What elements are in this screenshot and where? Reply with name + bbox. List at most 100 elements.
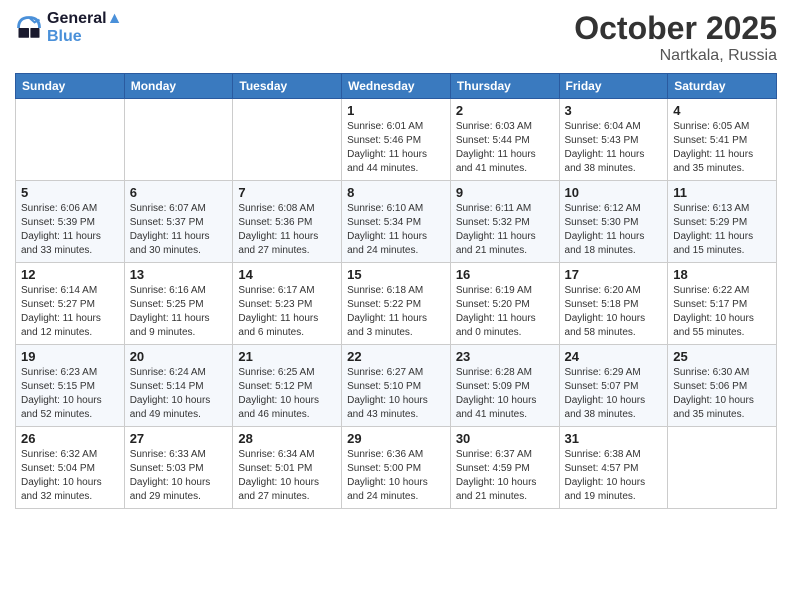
day-number: 18: [673, 267, 771, 282]
month-title: October 2025: [574, 10, 777, 47]
col-sunday: Sunday: [16, 74, 125, 99]
day-number: 1: [347, 103, 445, 118]
day-number: 28: [238, 431, 336, 446]
day-info: Sunrise: 6:14 AM Sunset: 5:27 PM Dayligh…: [21, 284, 119, 340]
day-cell: [124, 99, 233, 181]
day-info: Sunrise: 6:33 AM Sunset: 5:03 PM Dayligh…: [130, 448, 228, 504]
day-number: 10: [565, 185, 663, 200]
day-info: Sunrise: 6:25 AM Sunset: 5:12 PM Dayligh…: [238, 366, 336, 422]
week-row-2: 5Sunrise: 6:06 AM Sunset: 5:39 PM Daylig…: [16, 181, 777, 263]
day-cell: 25 Sunrise: 6:30 AM Sunset: 5:06 PM Dayli…: [668, 345, 777, 427]
day-number: 11: [673, 185, 771, 200]
day-info: Sunrise: 6:23 AM Sunset: 5:15 PM Dayligh…: [21, 366, 119, 422]
day-cell: 26Sunrise: 6:32 AM Sunset: 5:04 PM Dayli…: [16, 427, 125, 509]
day-info: Sunrise: 6:11 AM Sunset: 5:32 PM Dayligh…: [456, 202, 554, 258]
day-cell: 14 Sunrise: 6:17 AM Sunset: 5:23 PM Dayli…: [233, 263, 342, 345]
title-area: October 2025 Nartkala, Russia: [574, 10, 777, 65]
day-info: Sunrise: 6:18 AM Sunset: 5:22 PM Dayligh…: [347, 284, 445, 340]
day-cell: 21Sunrise: 6:25 AM Sunset: 5:12 PM Dayli…: [233, 345, 342, 427]
day-cell: 16Sunrise: 6:19 AM Sunset: 5:20 PM Dayli…: [450, 263, 559, 345]
location: Nartkala, Russia: [574, 47, 777, 65]
day-cell: 12Sunrise: 6:14 AM Sunset: 5:27 PM Dayli…: [16, 263, 125, 345]
day-cell: 28 Sunrise: 6:34 AM Sunset: 5:01 PM Dayli…: [233, 427, 342, 509]
day-number: 19: [21, 349, 119, 364]
header: General▲ Blue October 2025 Nartkala, Rus…: [15, 10, 777, 65]
day-info: Sunrise: 6:29 AM Sunset: 5:07 PM Dayligh…: [565, 366, 663, 422]
day-cell: 15 Sunrise: 6:18 AM Sunset: 5:22 PM Dayli…: [342, 263, 451, 345]
day-cell: [668, 427, 777, 509]
week-row-4: 19 Sunrise: 6:23 AM Sunset: 5:15 PM Dayli…: [16, 345, 777, 427]
day-cell: 20 Sunrise: 6:24 AM Sunset: 5:14 PM Dayli…: [124, 345, 233, 427]
day-info: Sunrise: 6:22 AM Sunset: 5:17 PM Dayligh…: [673, 284, 771, 340]
day-info: Sunrise: 6:07 AM Sunset: 5:37 PM Dayligh…: [130, 202, 228, 258]
day-number: 29: [347, 431, 445, 446]
col-tuesday: Tuesday: [233, 74, 342, 99]
col-saturday: Saturday: [668, 74, 777, 99]
day-number: 5: [21, 185, 119, 200]
day-info: Sunrise: 6:27 AM Sunset: 5:10 PM Dayligh…: [347, 366, 445, 422]
day-number: 14: [238, 267, 336, 282]
day-cell: 27 Sunrise: 6:33 AM Sunset: 5:03 PM Dayli…: [124, 427, 233, 509]
day-cell: 4 Sunrise: 6:05 AM Sunset: 5:41 PM Daylig…: [668, 99, 777, 181]
day-info: Sunrise: 6:24 AM Sunset: 5:14 PM Dayligh…: [130, 366, 228, 422]
day-info: Sunrise: 6:16 AM Sunset: 5:25 PM Dayligh…: [130, 284, 228, 340]
day-info: Sunrise: 6:12 AM Sunset: 5:30 PM Dayligh…: [565, 202, 663, 258]
day-number: 13: [130, 267, 228, 282]
day-cell: 6Sunrise: 6:07 AM Sunset: 5:37 PM Daylig…: [124, 181, 233, 263]
day-cell: 1Sunrise: 6:01 AM Sunset: 5:46 PM Daylig…: [342, 99, 451, 181]
day-info: Sunrise: 6:13 AM Sunset: 5:29 PM Dayligh…: [673, 202, 771, 258]
day-cell: 13 Sunrise: 6:16 AM Sunset: 5:25 PM Dayli…: [124, 263, 233, 345]
day-number: 17: [565, 267, 663, 282]
week-row-1: 1Sunrise: 6:01 AM Sunset: 5:46 PM Daylig…: [16, 99, 777, 181]
day-cell: 29 Sunrise: 6:36 AM Sunset: 5:00 PM Dayli…: [342, 427, 451, 509]
page: General▲ Blue October 2025 Nartkala, Rus…: [0, 0, 792, 519]
day-number: 2: [456, 103, 554, 118]
day-cell: 30Sunrise: 6:37 AM Sunset: 4:59 PM Dayli…: [450, 427, 559, 509]
day-info: Sunrise: 6:28 AM Sunset: 5:09 PM Dayligh…: [456, 366, 554, 422]
week-row-3: 12Sunrise: 6:14 AM Sunset: 5:27 PM Dayli…: [16, 263, 777, 345]
day-number: 23: [456, 349, 554, 364]
day-info: Sunrise: 6:30 AM Sunset: 5:06 PM Dayligh…: [673, 366, 771, 422]
day-cell: 5Sunrise: 6:06 AM Sunset: 5:39 PM Daylig…: [16, 181, 125, 263]
col-monday: Monday: [124, 74, 233, 99]
day-number: 30: [456, 431, 554, 446]
day-cell: 2Sunrise: 6:03 AM Sunset: 5:44 PM Daylig…: [450, 99, 559, 181]
day-number: 15: [347, 267, 445, 282]
day-cell: 7 Sunrise: 6:08 AM Sunset: 5:36 PM Daylig…: [233, 181, 342, 263]
col-friday: Friday: [559, 74, 668, 99]
day-cell: 3 Sunrise: 6:04 AM Sunset: 5:43 PM Daylig…: [559, 99, 668, 181]
day-cell: 11 Sunrise: 6:13 AM Sunset: 5:29 PM Dayli…: [668, 181, 777, 263]
day-cell: 31Sunrise: 6:38 AM Sunset: 4:57 PM Dayli…: [559, 427, 668, 509]
day-number: 4: [673, 103, 771, 118]
col-thursday: Thursday: [450, 74, 559, 99]
day-number: 20: [130, 349, 228, 364]
day-cell: 9 Sunrise: 6:11 AM Sunset: 5:32 PM Daylig…: [450, 181, 559, 263]
day-number: 24: [565, 349, 663, 364]
day-cell: 19 Sunrise: 6:23 AM Sunset: 5:15 PM Dayli…: [16, 345, 125, 427]
day-info: Sunrise: 6:38 AM Sunset: 4:57 PM Dayligh…: [565, 448, 663, 504]
day-number: 27: [130, 431, 228, 446]
day-number: 9: [456, 185, 554, 200]
day-number: 3: [565, 103, 663, 118]
day-number: 22: [347, 349, 445, 364]
day-cell: 8Sunrise: 6:10 AM Sunset: 5:34 PM Daylig…: [342, 181, 451, 263]
col-wednesday: Wednesday: [342, 74, 451, 99]
calendar-table: Sunday Monday Tuesday Wednesday Thursday…: [15, 73, 777, 509]
day-cell: 22 Sunrise: 6:27 AM Sunset: 5:10 PM Dayli…: [342, 345, 451, 427]
week-row-5: 26Sunrise: 6:32 AM Sunset: 5:04 PM Dayli…: [16, 427, 777, 509]
day-info: Sunrise: 6:04 AM Sunset: 5:43 PM Dayligh…: [565, 120, 663, 176]
day-cell: 23 Sunrise: 6:28 AM Sunset: 5:09 PM Dayli…: [450, 345, 559, 427]
day-info: Sunrise: 6:17 AM Sunset: 5:23 PM Dayligh…: [238, 284, 336, 340]
day-info: Sunrise: 6:36 AM Sunset: 5:00 PM Dayligh…: [347, 448, 445, 504]
day-number: 25: [673, 349, 771, 364]
day-number: 16: [456, 267, 554, 282]
logo-icon: [15, 14, 43, 42]
day-number: 7: [238, 185, 336, 200]
header-row: Sunday Monday Tuesday Wednesday Thursday…: [16, 74, 777, 99]
day-cell: 24 Sunrise: 6:29 AM Sunset: 5:07 PM Dayli…: [559, 345, 668, 427]
logo: General▲ Blue: [15, 10, 122, 46]
day-info: Sunrise: 6:05 AM Sunset: 5:41 PM Dayligh…: [673, 120, 771, 176]
day-info: Sunrise: 6:08 AM Sunset: 5:36 PM Dayligh…: [238, 202, 336, 258]
day-info: Sunrise: 6:20 AM Sunset: 5:18 PM Dayligh…: [565, 284, 663, 340]
day-info: Sunrise: 6:34 AM Sunset: 5:01 PM Dayligh…: [238, 448, 336, 504]
